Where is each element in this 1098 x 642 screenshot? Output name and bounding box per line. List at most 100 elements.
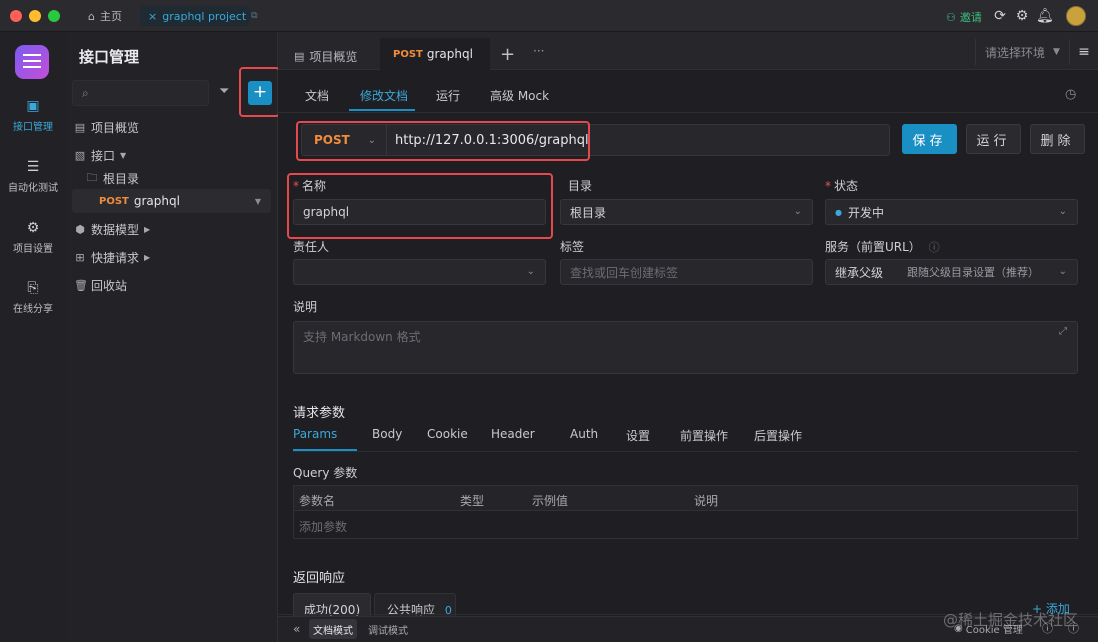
tab-graphql[interactable]: POST graphql xyxy=(380,38,490,70)
tab-project-overview[interactable]: ▤ 项目概览 xyxy=(294,48,357,65)
tags-label: 标签 xyxy=(560,240,585,254)
environment-select[interactable]: 请选择环境 ▼ xyxy=(975,39,1065,65)
rail-item-api-management[interactable]: ▣ 接口管理 xyxy=(0,98,66,133)
home-tab[interactable]: ⌂ 主页 xyxy=(80,6,130,26)
name-highlight xyxy=(287,173,553,239)
refresh-icon[interactable]: ⟳ xyxy=(992,8,1008,24)
tree-item-recycle-bin[interactable]: 🗑︎ 回收站 xyxy=(66,273,277,297)
rail-item-automated-tests[interactable]: ☰ 自动化测试 xyxy=(0,159,66,194)
status-select[interactable]: ● 开发中 ⌄ xyxy=(825,199,1078,225)
panel-title: 接口管理 xyxy=(79,48,140,66)
gear-icon[interactable]: ⚙ xyxy=(1014,8,1030,24)
add-api-button[interactable]: + xyxy=(248,81,272,105)
chevron-down-icon: ⌄ xyxy=(1058,206,1067,217)
chevron-down-icon: ⌄ xyxy=(1058,266,1067,277)
tree-item-project-overview[interactable]: ▤ 项目概览 xyxy=(66,115,277,139)
avatar[interactable] xyxy=(1066,6,1086,26)
tree-item-quick-requests[interactable]: ⊞ 快捷请求 ▶ xyxy=(66,245,277,269)
close-window-button[interactable] xyxy=(10,10,22,22)
add-param-row[interactable]: 添加参数 xyxy=(293,511,1078,539)
bell-icon[interactable]: 🔔︎ xyxy=(1036,8,1054,24)
history-icon[interactable]: ◷ xyxy=(1065,87,1076,102)
tree-item-root-dir[interactable]: 🗀︎ 根目录 xyxy=(66,166,277,190)
delete-button[interactable]: 删除 xyxy=(1030,124,1085,154)
settings-doc-icon: ⚙ xyxy=(26,220,40,236)
owner-select[interactable]: ⌄ xyxy=(293,259,546,285)
tree-item-data-models[interactable]: ⬢ 数据模型 ▶ xyxy=(66,217,277,241)
expand-icon[interactable]: ⤢ xyxy=(1059,326,1067,337)
new-tab-button[interactable]: + xyxy=(500,44,515,65)
tree-item-graphql[interactable]: POST graphql ▼ xyxy=(72,189,271,213)
tab-settings[interactable]: 设置 xyxy=(626,427,680,444)
app-logo xyxy=(15,45,49,79)
service-label: 服务（前置URL） ⓘ xyxy=(825,240,940,254)
tree-search-input[interactable]: ⌕ xyxy=(72,80,209,106)
layers-icon: ☰ xyxy=(26,159,40,175)
tab-post-actions[interactable]: 后置操作 xyxy=(754,427,828,444)
tab-header[interactable]: Header xyxy=(491,427,570,444)
help-icon[interactable]: ⓘ xyxy=(929,241,940,254)
directory-select[interactable]: 根目录 ⌄ xyxy=(560,199,813,225)
subtab-run[interactable]: 运行 xyxy=(436,87,460,104)
trash-icon: 🗑︎ xyxy=(74,278,88,292)
rail-item-project-settings[interactable]: ⚙ 项目设置 xyxy=(0,220,66,255)
col-param-name: 参数名 xyxy=(299,494,336,508)
plus-box-icon: ⊞ xyxy=(75,250,85,264)
tab-pre-actions[interactable]: 前置操作 xyxy=(680,427,754,444)
more-tabs-icon[interactable]: ··· xyxy=(533,44,544,58)
tab-cookie[interactable]: Cookie xyxy=(427,427,491,444)
description-label: 说明 xyxy=(293,300,318,314)
folder-tag-icon: ▧ xyxy=(74,148,86,162)
caret-right-icon[interactable]: ▶ xyxy=(144,253,150,262)
run-button[interactable]: 运行 xyxy=(966,124,1021,154)
col-type: 类型 xyxy=(460,494,485,508)
tab-params[interactable]: Params xyxy=(293,427,372,444)
chevron-down-icon: ▼ xyxy=(1053,47,1060,57)
rail-item-online-share[interactable]: ⎘ 在线分享 xyxy=(0,280,66,315)
active-subtab-indicator xyxy=(349,109,415,111)
chevron-down-icon: ⌄ xyxy=(526,266,535,277)
status-label: * 状态 xyxy=(825,179,859,193)
more-icon[interactable]: ▼ xyxy=(255,197,261,206)
project-tab-label: graphql project xyxy=(162,9,247,23)
save-button[interactable]: 保存 xyxy=(902,124,957,154)
tree-item-api-folder[interactable]: ▧ 接口 ▼ xyxy=(66,143,277,167)
overview-icon: ▤ xyxy=(74,120,86,134)
col-example: 示例值 xyxy=(532,494,569,508)
cube-icon: ⬢ xyxy=(75,222,85,236)
overview-icon: ▤ xyxy=(294,50,305,63)
user-plus-icon: ⚇ xyxy=(946,10,956,24)
minimize-window-button[interactable] xyxy=(29,10,41,22)
col-description: 说明 xyxy=(694,494,719,508)
caret-down-icon[interactable]: ▼ xyxy=(120,151,126,160)
service-select[interactable]: 继承父级 跟随父级目录设置（推荐） ⌄ xyxy=(825,259,1078,285)
subtab-doc[interactable]: 文档 xyxy=(305,87,329,104)
tags-input[interactable]: 查找或回车创建标签 xyxy=(560,259,813,285)
external-link-icon[interactable]: ⧉ xyxy=(251,11,257,21)
tab-body[interactable]: Body xyxy=(372,427,427,444)
main-content: ▤ 项目概览 POST graphql + ··· 请选择环境 ▼ ≡ 文档 修… xyxy=(278,32,1098,642)
collapse-sidebar-icon[interactable]: « xyxy=(293,622,300,636)
description-textarea[interactable]: 支持 Markdown 格式 ⤢ xyxy=(293,321,1078,374)
project-tab[interactable]: × graphql project ⧉ xyxy=(140,6,258,26)
caret-right-icon[interactable]: ▶ xyxy=(144,225,150,234)
owner-label: 责任人 xyxy=(293,240,330,254)
watermark: @稀土掘金技术社区 xyxy=(943,611,1079,629)
filter-icon[interactable]: ⏷ xyxy=(219,84,229,99)
url-highlight xyxy=(296,121,590,161)
folder-icon: 🗀︎ xyxy=(86,170,98,184)
tab-auth[interactable]: Auth xyxy=(570,427,626,444)
debug-mode-toggle[interactable]: 调试模式 xyxy=(364,619,412,639)
invite-button[interactable]: ⚇ 邀请 xyxy=(946,9,982,25)
params-table-header: 参数名 类型 示例值 说明 xyxy=(293,485,1078,511)
menu-icon[interactable]: ≡ xyxy=(1069,39,1098,65)
directory-label: 目录 xyxy=(568,179,593,193)
share-icon: ⎘ xyxy=(27,280,39,296)
home-tab-label: 主页 xyxy=(99,10,122,23)
params-tab-bar: Params Body Cookie Header Auth 设置 前置操作 后… xyxy=(293,427,828,444)
maximize-window-button[interactable] xyxy=(48,10,60,22)
doc-mode-toggle[interactable]: 文档模式 xyxy=(309,619,357,639)
subtab-advanced-mock[interactable]: 高级 Mock xyxy=(490,87,549,104)
close-tab-icon[interactable]: × xyxy=(148,10,157,23)
subtab-edit-doc[interactable]: 修改文档 xyxy=(360,87,408,104)
